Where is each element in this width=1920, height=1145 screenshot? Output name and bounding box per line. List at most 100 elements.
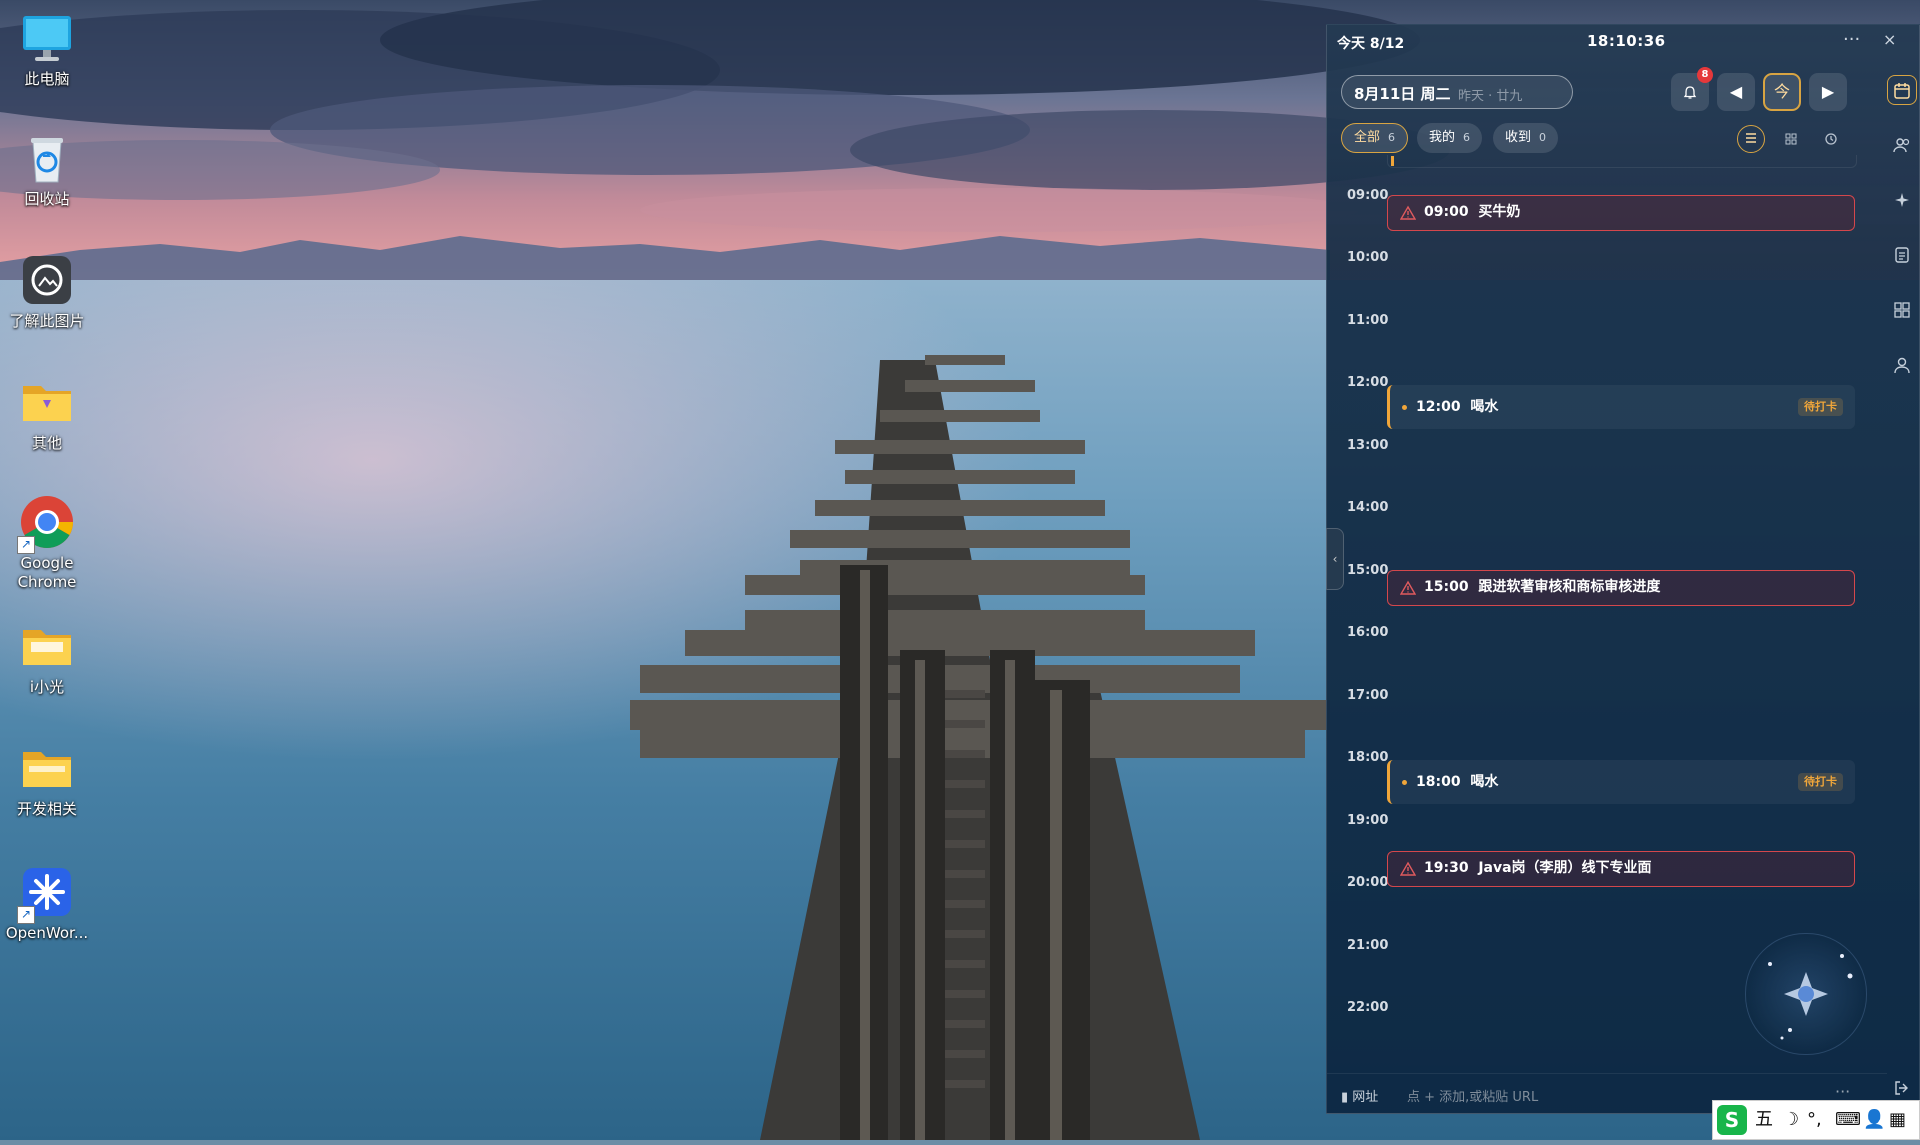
ime-toolbar: S 五 ☽ °, ⌨ 👤 ▦ [1712, 1100, 1920, 1140]
apps-button[interactable] [1887, 295, 1917, 325]
date-selector[interactable]: 8月11日 周二 昨天 · 廿九 [1341, 75, 1573, 109]
prev-day-button[interactable]: ◀ [1717, 73, 1755, 111]
filter-mine[interactable]: 我的 6 [1417, 123, 1483, 153]
desktop-icon-this-pc[interactable]: 此电脑 [4, 10, 90, 89]
keyboard-icon[interactable]: ⌨ [1835, 1109, 1861, 1131]
grid-view-button[interactable] [1777, 125, 1805, 153]
notes-button[interactable] [1887, 240, 1917, 270]
previous-event-tail [1387, 155, 1857, 168]
hour-label: 22:00 [1347, 1000, 1389, 1015]
add-url-input[interactable]: 点 + 添加,或粘贴 URL [1407, 1086, 1538, 1105]
desktop-icon-label: i小光 [29, 678, 65, 696]
notification-button[interactable]: 8 [1671, 67, 1713, 111]
desktop-icon-label: 其他 [31, 434, 62, 452]
desktop-icon-label: OpenWor... [5, 924, 89, 942]
event-drink-water-evening[interactable]: 18:00 喝水 待打卡 [1387, 760, 1855, 804]
calendar-icon [1894, 83, 1910, 99]
hour-label: 16:00 [1347, 625, 1389, 640]
event-title: 12:00 喝水 [1416, 399, 1499, 415]
chevron-left-icon: ‹ [1332, 552, 1338, 566]
filter-label: 我的 [1429, 130, 1456, 145]
notification-badge: 8 [1697, 67, 1713, 83]
desktop-icon-label: 了解此图片 [9, 312, 85, 330]
collapse-panel-handle[interactable]: ‹ [1326, 528, 1344, 590]
filter-received[interactable]: 收到 0 [1493, 123, 1559, 153]
input-mode[interactable]: 五 [1755, 1109, 1773, 1131]
hour-label: 09:00 [1347, 188, 1389, 203]
more-icon[interactable]: ··· [1843, 29, 1860, 50]
user-icon[interactable]: 👤 [1863, 1109, 1885, 1131]
hour-label: 12:00 [1347, 375, 1389, 390]
list-view-button[interactable] [1737, 125, 1765, 153]
desktop-icon-dev-folder[interactable]: 开发相关 [4, 740, 90, 819]
recycle-bin-icon [19, 130, 75, 186]
close-icon[interactable]: × [1883, 30, 1896, 49]
monitor-icon [19, 10, 75, 66]
punctuation-icon[interactable]: °, [1807, 1109, 1822, 1131]
profile-button[interactable] [1887, 350, 1917, 380]
hour-label: 11:00 [1347, 313, 1389, 328]
bookmark-more-icon[interactable]: ··· [1835, 1082, 1850, 1101]
user-icon [1894, 357, 1910, 374]
lunar-date: 昨天 · 廿九 [1458, 89, 1523, 104]
shortcut-arrow-icon: ↗ [17, 906, 35, 924]
folder-icon [19, 618, 75, 674]
hour-label: 18:00 [1347, 750, 1389, 765]
previous-event-marker [1391, 156, 1394, 166]
today-button[interactable]: 今 [1763, 73, 1801, 111]
grid-icon [1785, 133, 1797, 145]
assistant-orb[interactable] [1745, 933, 1867, 1055]
desktop-icon-other-folder[interactable]: 其他 [4, 374, 90, 453]
folder-icon [19, 740, 75, 796]
people-icon [1893, 138, 1910, 153]
sparkle-icon [1895, 193, 1909, 207]
event-follow-up-review[interactable]: 15:00 跟进软著审核和商标审核进度 [1387, 570, 1855, 606]
filter-all[interactable]: 全部 6 [1341, 123, 1409, 153]
desktop-icon-label: 此电脑 [24, 70, 70, 88]
today-icon: 今 [1773, 82, 1790, 101]
logout-icon [1895, 1081, 1908, 1095]
checkin-badge[interactable]: 待打卡 [1798, 773, 1843, 791]
camera-icon [19, 252, 75, 308]
moon-icon[interactable]: ☽ [1783, 1109, 1799, 1131]
ai-assistant-button[interactable] [1887, 185, 1917, 215]
calendar-view-button[interactable] [1887, 75, 1917, 105]
taskbar-edge [0, 1140, 1920, 1145]
filter-label: 收到 [1505, 130, 1532, 145]
apps-grid-icon [1894, 302, 1910, 318]
desktop-icon-ixiaoguang-folder[interactable]: i小光 [4, 618, 90, 697]
desktop-icon-learn-about-picture[interactable]: 了解此图片 [4, 252, 90, 331]
bookmark-label[interactable]: ▮ 网址 [1341, 1086, 1378, 1105]
warning-icon [1400, 861, 1416, 876]
filter-count: 6 [1463, 131, 1471, 144]
hour-label: 15:00 [1347, 563, 1389, 578]
panel-titlebar[interactable]: 今天 8/12 18:10:36 ··· × [1327, 25, 1919, 57]
desktop-icon-recycle-bin[interactable]: 回收站 [4, 130, 90, 209]
event-drink-water-noon[interactable]: 12:00 喝水 待打卡 [1387, 385, 1855, 429]
apps-grid-icon[interactable]: ▦ [1889, 1109, 1906, 1131]
bell-icon [1683, 85, 1697, 99]
shortcut-arrow-icon: ↗ [17, 536, 35, 554]
filter-label: 全部 [1354, 130, 1381, 145]
desktop-icon-openwork[interactable]: ↗ OpenWor... [4, 864, 90, 943]
timeline-view-button[interactable] [1817, 125, 1845, 153]
contacts-button[interactable] [1887, 130, 1917, 160]
event-java-interview[interactable]: 19:30 Java岗（李朋）线下专业面 [1387, 851, 1855, 887]
clock-icon [1825, 133, 1837, 145]
desktop-icon-label: Google Chrome [17, 554, 77, 591]
openwork-icon: ↗ [17, 864, 75, 924]
event-title: 15:00 跟进软著审核和商标审核进度 [1424, 579, 1661, 595]
event-dot [1402, 780, 1407, 785]
next-day-button[interactable]: ▶ [1809, 73, 1847, 111]
sogou-logo-icon[interactable]: S [1717, 1105, 1747, 1135]
event-title: 18:00 喝水 [1416, 774, 1499, 790]
checkin-badge[interactable]: 待打卡 [1798, 398, 1843, 416]
prev-icon: ◀ [1729, 82, 1743, 101]
event-title: 19:30 Java岗（李朋）线下专业面 [1424, 860, 1652, 876]
hour-label: 21:00 [1347, 938, 1389, 953]
desktop-icon-google-chrome[interactable]: ↗ Google Chrome [4, 494, 90, 592]
selected-date: 8月11日 周二 [1354, 85, 1451, 103]
event-buy-milk[interactable]: 09:00 买牛奶 [1387, 195, 1855, 231]
logout-button[interactable] [1887, 1073, 1917, 1103]
folder-icon [19, 374, 75, 430]
